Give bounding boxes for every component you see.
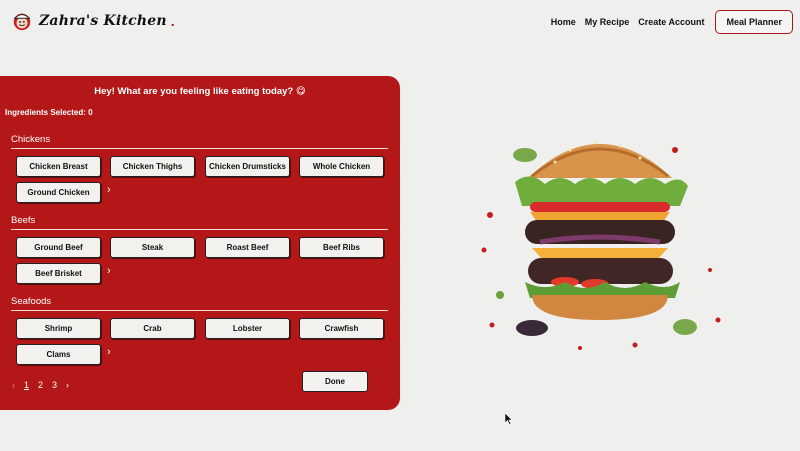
ingredient-button[interactable]: Roast Beef [205,237,290,258]
chevron-left-icon[interactable]: ‹ [12,380,15,390]
burger-image [481,140,721,350]
ingredient-row: Beef Brisket [16,263,101,284]
page-link[interactable]: 1 [24,380,29,390]
ingredient-button[interactable]: Steak [110,237,195,258]
section-chickens: Chickens [11,134,388,149]
ingredient-button[interactable]: Whole Chicken [299,156,384,177]
page-link[interactable]: 2 [38,380,43,390]
chef-logo-icon [13,13,31,31]
ingredient-button[interactable]: Beef Brisket [16,263,101,284]
ingredient-button[interactable]: Shrimp [16,318,101,339]
section-title: Chickens [11,134,388,149]
top-nav: Home My Recipe Create Account Meal Plann… [551,0,800,44]
ingredient-row: Chicken Breast Chicken Thighs Chicken Dr… [16,156,384,177]
ingredient-button[interactable]: Crawfish [299,318,384,339]
ingredient-button[interactable]: Chicken Thighs [110,156,195,177]
section-beefs: Beefs [11,215,388,230]
chevron-right-icon[interactable]: › [107,265,111,277]
ingredient-button[interactable]: Chicken Breast [16,156,101,177]
ingredient-panel: Hey! What are you feeling like eating to… [0,76,400,410]
nav-home[interactable]: Home [551,17,576,27]
nav-create-account[interactable]: Create Account [638,17,704,27]
meal-planner-button[interactable]: Meal Planner [715,10,793,34]
done-button[interactable]: Done [302,371,368,392]
ingredient-button[interactable]: Lobster [205,318,290,339]
logo[interactable]: Zahra's Kitchen . [11,10,175,32]
section-seafoods: Seafoods [11,296,388,311]
ingredient-row: Ground Chicken [16,182,101,203]
ingredient-button[interactable]: Chicken Drumsticks [205,156,290,177]
ingredient-button[interactable]: Beef Ribs [299,237,384,258]
ingredient-row: Ground Beef Steak Roast Beef Beef Ribs [16,237,384,258]
chevron-right-icon[interactable]: › [107,184,111,196]
section-title: Seafoods [11,296,388,311]
greeting: Hey! What are you feeling like eating to… [94,86,306,97]
mouse-cursor-icon [505,413,513,425]
logo-dot: . [170,13,175,29]
ingredient-row: Shrimp Crab Lobster Crawfish [16,318,384,339]
ingredient-button[interactable]: Ground Beef [16,237,101,258]
page-link[interactable]: 3 [52,380,57,390]
section-title: Beefs [11,215,388,230]
chevron-right-icon[interactable]: › [66,380,69,390]
ingredients-selected-count: Ingredients Selected: 0 [5,108,93,117]
nav-my-recipe[interactable]: My Recipe [585,17,630,27]
ingredient-row: Clams [16,344,101,365]
chevron-right-icon[interactable]: › [107,346,111,358]
pagination: ‹ 1 2 3 › [12,380,69,390]
ingredient-button[interactable]: Ground Chicken [16,182,101,203]
ingredient-button[interactable]: Crab [110,318,195,339]
logo-text: Zahra's Kitchen [39,13,167,29]
ingredient-button[interactable]: Clams [16,344,101,365]
